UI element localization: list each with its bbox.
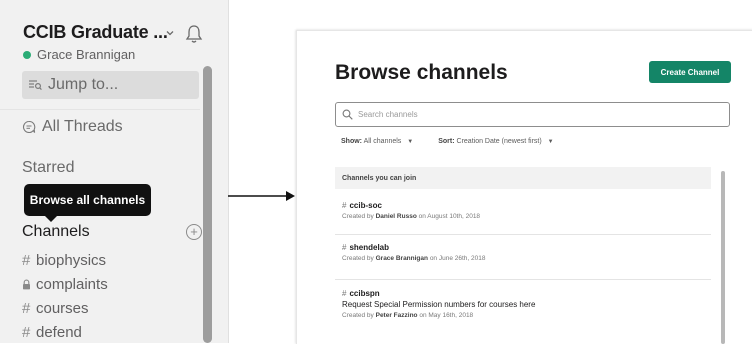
section-header: Channels you can join: [335, 167, 711, 189]
channel-description: Request Special Permission numbers for c…: [342, 300, 536, 309]
lock-icon: [23, 279, 30, 289]
created-date: on May 16th, 2018: [419, 312, 474, 319]
channel-name-line: # ccib-soc: [342, 201, 712, 210]
show-filter-dropdown[interactable]: Show: All channels ▼: [341, 138, 413, 145]
sort-filter-label: Sort:: [438, 138, 455, 145]
workspace-header[interactable]: CCIB Graduate ... Grace Brannigan: [23, 22, 223, 62]
hash-icon: #: [342, 201, 347, 210]
search-icon: [342, 109, 353, 120]
channel-list-scrollbar[interactable]: [721, 171, 725, 344]
created-date: on June 26th, 2018: [429, 255, 486, 262]
sort-filter-value: Creation Date (newest first): [456, 138, 542, 145]
hash-icon: #: [342, 243, 347, 252]
presence-active-icon: [23, 50, 31, 59]
sidebar-channel-name: biophysics: [36, 251, 107, 269]
tooltip-pointer: [44, 215, 58, 222]
channel-creator: Grace Brannigan: [375, 255, 428, 262]
add-channel-icon[interactable]: +: [186, 224, 202, 240]
all-threads-label: All Threads: [42, 118, 123, 135]
channel-list: # biophysics complaints # courses # defend: [22, 248, 108, 343]
sidebar: CCIB Graduate ... Grace Brannigan Jump t…: [0, 0, 229, 343]
sidebar-channel-item[interactable]: # defend: [22, 320, 108, 343]
search-box[interactable]: [335, 102, 730, 127]
channel-row[interactable]: # ccibspn Request Special Permission numbe…: [342, 289, 712, 319]
tooltip-browse-all-channels: Browse all channels: [24, 184, 151, 216]
sidebar-channel-name: defend: [36, 323, 82, 341]
channel-name: ccib-soc: [349, 201, 382, 210]
channel-name: shendelab: [349, 243, 390, 252]
user-name: Grace Brannigan: [37, 47, 136, 62]
channel-creator: Peter Fazzino: [375, 312, 418, 319]
chevron-down-icon: ▼: [547, 139, 554, 145]
row-divider: [335, 234, 711, 235]
channel-name-line: # shendelab: [342, 243, 712, 252]
created-date: on August 10th, 2018: [418, 213, 481, 220]
hash-icon: #: [22, 323, 31, 341]
chevron-down-icon: ▼: [407, 139, 414, 145]
bell-icon[interactable]: [185, 24, 203, 44]
channel-name-line: # ccibspn: [342, 289, 712, 298]
sidebar-item-all-threads[interactable]: All Threads: [22, 118, 123, 136]
sidebar-channel-item[interactable]: # biophysics: [22, 248, 108, 272]
sidebar-channel-name: courses: [36, 299, 89, 317]
page-title: Browse channels: [335, 61, 508, 84]
hash-icon: #: [22, 299, 31, 317]
sidebar-channel-item[interactable]: # courses: [22, 296, 108, 320]
channels-section-header[interactable]: Channels: [22, 223, 90, 241]
threads-icon: [23, 120, 36, 133]
sidebar-channel-item[interactable]: complaints: [22, 272, 108, 296]
sidebar-scrollbar[interactable]: [203, 66, 212, 343]
show-filter-label: Show:: [341, 138, 362, 145]
search-input[interactable]: [358, 110, 698, 119]
row-divider: [335, 279, 711, 280]
created-prefix: Created by: [342, 213, 374, 220]
browse-channels-panel: Browse channels Create Channel Show: All…: [296, 30, 752, 344]
jump-to-button[interactable]: Jump to...: [22, 71, 199, 99]
hash-icon: #: [22, 251, 31, 269]
created-prefix: Created by: [342, 312, 374, 319]
divider: [0, 109, 200, 110]
starred-section-header[interactable]: Starred: [22, 159, 74, 177]
chevron-down-icon[interactable]: [165, 28, 175, 38]
arrow-right-icon: [228, 191, 295, 201]
current-user: Grace Brannigan: [23, 47, 223, 62]
channel-row[interactable]: # ccib-soc Created by Daniel Russo on Augu…: [342, 201, 712, 220]
channel-created-info: Created by Grace Brannigan on June 26th,…: [342, 255, 712, 262]
jump-to-label: Jump to...: [48, 76, 119, 93]
channel-row[interactable]: # shendelab Created by Grace Brannigan on …: [342, 243, 712, 262]
channel-creator: Daniel Russo: [375, 213, 417, 220]
created-prefix: Created by: [342, 255, 374, 262]
channel-created-info: Created by Peter Fazzino on May 16th, 20…: [342, 312, 712, 319]
create-channel-button[interactable]: Create Channel: [649, 61, 731, 83]
channel-name: ccibspn: [349, 289, 380, 298]
jump-to-icon: [29, 80, 42, 90]
sidebar-channel-name: complaints: [36, 275, 108, 293]
channel-created-info: Created by Daniel Russo on August 10th, …: [342, 213, 712, 220]
hash-icon: #: [342, 289, 347, 298]
show-filter-value: All channels: [363, 138, 402, 145]
sort-filter-dropdown[interactable]: Sort: Creation Date (newest first) ▼: [438, 138, 553, 145]
filter-bar: Show: All channels ▼ Sort: Creation Date…: [341, 138, 579, 145]
